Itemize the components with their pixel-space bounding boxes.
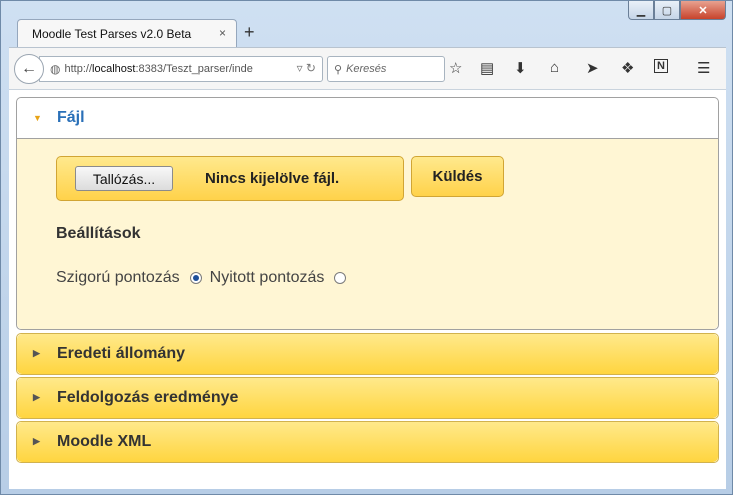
url-path: :8383/Teszt_parser/inde	[135, 63, 253, 75]
new-tab-button[interactable]: +	[244, 22, 255, 43]
section-xml: ▶ Moodle XML	[16, 421, 719, 463]
section-xml-title: Moodle XML	[57, 433, 152, 450]
url-prefix: http://	[64, 63, 93, 75]
browse-button[interactable]: Tallózás...	[75, 166, 173, 191]
section-file-title: Fájl	[57, 109, 85, 126]
file-status: Nincs kijelölve fájl.	[205, 170, 340, 187]
navigation-toolbar: ◍ http://localhost:8383/Teszt_parser/ind…	[9, 47, 726, 89]
addon-icon[interactable]: ❖	[621, 59, 634, 77]
section-original-title: Eredeti állomány	[57, 345, 186, 362]
window-caption-buttons: ▁ ▢ ✕	[628, 1, 726, 20]
submit-button[interactable]: Küldés	[411, 156, 504, 197]
section-result-title: Feldolgozás eredménye	[57, 389, 239, 406]
url-host: localhost	[92, 63, 136, 75]
close-window-button[interactable]: ✕	[680, 1, 726, 20]
caret-right-icon: ▶	[33, 436, 40, 446]
search-icon: ⚲	[334, 63, 343, 76]
radio-open[interactable]	[334, 272, 347, 284]
download-icon[interactable]: ⬇	[514, 59, 527, 77]
reading-list-icon[interactable]: ▤	[480, 59, 494, 77]
browser-window: ▁ ▢ ✕ Moodle Test Parses v2.0 Beta × + ◍…	[0, 0, 733, 495]
settings-title: Beállítások	[56, 225, 141, 242]
radio-strict-label: Szigorú pontozás	[56, 269, 180, 286]
caret-right-icon: ▶	[33, 392, 40, 402]
url-bar[interactable]: ◍ http://localhost:8383/Teszt_parser/ind…	[39, 56, 323, 82]
section-xml-header[interactable]: ▶ Moodle XML	[17, 422, 718, 462]
back-arrow-icon: ←	[21, 60, 37, 77]
file-input-box: Tallózás... Nincs kijelölve fájl.	[56, 156, 404, 201]
star-icon[interactable]: ☆	[449, 59, 462, 77]
caret-right-icon: ▶	[33, 348, 40, 358]
section-original-header[interactable]: ▶ Eredeti állomány	[17, 334, 718, 374]
section-file-body: Tallózás... Nincs kijelölve fájl. Küldés…	[17, 139, 718, 329]
n-extension-icon[interactable]: N	[654, 59, 668, 73]
reload-icon[interactable]: ▿ ↻	[297, 61, 316, 75]
globe-icon: ◍	[50, 62, 61, 76]
maximize-button[interactable]: ▢	[654, 1, 680, 20]
browser-tab[interactable]: Moodle Test Parses v2.0 Beta ×	[17, 19, 237, 47]
page-content: ▼ Fájl Tallózás... Nincs kijelölve fájl.…	[9, 89, 726, 489]
section-result: ▶ Feldolgozás eredménye	[16, 377, 719, 419]
send-icon[interactable]: ➤	[586, 59, 599, 77]
back-button[interactable]: ←	[14, 54, 44, 84]
caret-down-icon: ▼	[33, 113, 42, 123]
menu-icon[interactable]: ☰	[697, 59, 710, 77]
section-original: ▶ Eredeti állomány	[16, 333, 719, 375]
minimize-button[interactable]: ▁	[628, 1, 654, 20]
search-input[interactable]: Keresés	[346, 63, 386, 75]
section-result-header[interactable]: ▶ Feldolgozás eredménye	[17, 378, 718, 418]
search-box[interactable]: ⚲ Keresés	[327, 56, 445, 82]
radio-strict[interactable]	[189, 272, 202, 284]
section-file: ▼ Fájl Tallózás... Nincs kijelölve fájl.…	[16, 97, 719, 330]
home-icon[interactable]: ⌂	[550, 59, 559, 76]
tab-close-icon[interactable]: ×	[219, 26, 226, 40]
section-file-header[interactable]: ▼ Fájl	[17, 98, 718, 139]
scoring-options: Szigorú pontozás Nyitott pontozás	[56, 269, 354, 287]
tab-title: Moodle Test Parses v2.0 Beta	[32, 26, 192, 41]
radio-open-label: Nyitott pontozás	[209, 269, 325, 286]
